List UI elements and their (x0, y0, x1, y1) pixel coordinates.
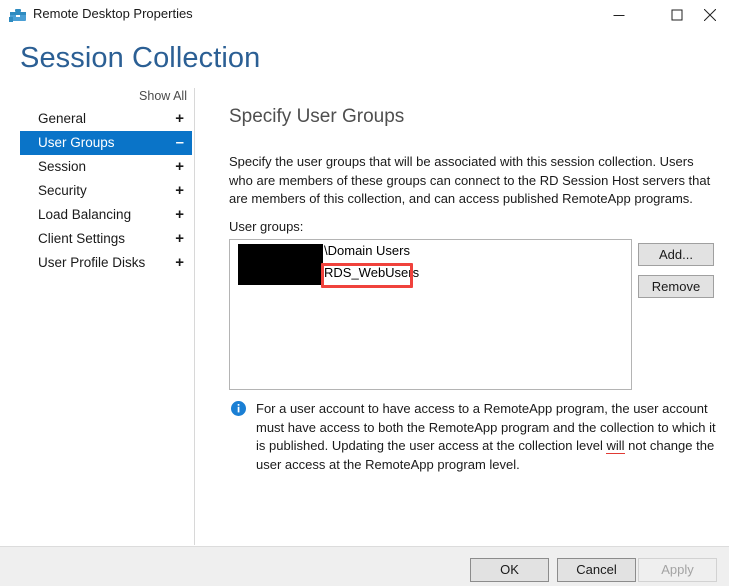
sidebar-nav: General + User Groups – Session + Securi… (20, 107, 192, 275)
info-text-emphasis: will (606, 438, 625, 454)
close-button[interactable] (690, 0, 729, 30)
sidebar-item-security[interactable]: Security + (20, 179, 192, 203)
sidebar-item-session[interactable]: Session + (20, 155, 192, 179)
minimize-icon (613, 15, 625, 16)
collapse-minus-icon: – (175, 134, 184, 151)
section-description: Specify the user groups that will be ass… (229, 154, 711, 206)
show-all-link[interactable]: Show All (129, 89, 187, 103)
sidebar-divider (194, 88, 195, 545)
list-item-label: RDS_WebUsers (324, 265, 420, 280)
sidebar-item-label: Client Settings (38, 231, 126, 246)
user-groups-listbox[interactable]: \Domain Users RDS_WebUsers (229, 239, 632, 390)
sidebar-item-label: User Groups (38, 135, 115, 150)
sidebar-item-general[interactable]: General + (20, 107, 192, 131)
expand-plus-icon: + (175, 230, 184, 247)
expand-plus-icon: + (175, 110, 184, 127)
list-item-label: \Domain Users (324, 243, 410, 258)
info-icon (231, 401, 246, 416)
add-button[interactable]: Add... (638, 243, 714, 266)
section-title: Specify User Groups (229, 106, 405, 127)
sidebar-item-client-settings[interactable]: Client Settings + (20, 227, 192, 251)
minimize-button[interactable] (596, 0, 642, 30)
window-title: Remote Desktop Properties (33, 6, 193, 21)
expand-plus-icon: + (175, 206, 184, 223)
expand-plus-icon: + (175, 182, 184, 199)
user-groups-label: User groups: (229, 219, 304, 234)
footer-bar: OK Cancel Apply (0, 546, 729, 586)
remote-desktop-icon (9, 7, 27, 24)
list-item[interactable]: \Domain Users (230, 240, 631, 262)
title-bar: Remote Desktop Properties (0, 0, 729, 30)
sidebar-item-label: User Profile Disks (38, 255, 146, 270)
page-title: Session Collection (20, 42, 261, 74)
sidebar-item-label: General (38, 111, 87, 126)
sidebar-item-user-groups[interactable]: User Groups – (20, 131, 192, 155)
sidebar-item-label: Load Balancing (38, 207, 132, 222)
sidebar-item-load-balancing[interactable]: Load Balancing + (20, 203, 192, 227)
expand-plus-icon: + (175, 254, 184, 271)
remove-button[interactable]: Remove (638, 275, 714, 298)
apply-button: Apply (638, 558, 717, 582)
maximize-icon (671, 9, 683, 21)
ok-button[interactable]: OK (470, 558, 549, 582)
list-item[interactable]: RDS_WebUsers (230, 262, 631, 284)
info-message: For a user account to have access to a R… (256, 400, 716, 474)
cancel-button[interactable]: Cancel (557, 558, 636, 582)
expand-plus-icon: + (175, 158, 184, 175)
sidebar-item-label: Security (38, 183, 87, 198)
sidebar-item-user-profile-disks[interactable]: User Profile Disks + (20, 251, 192, 275)
sidebar-item-label: Session (38, 159, 87, 174)
close-icon (703, 9, 716, 21)
